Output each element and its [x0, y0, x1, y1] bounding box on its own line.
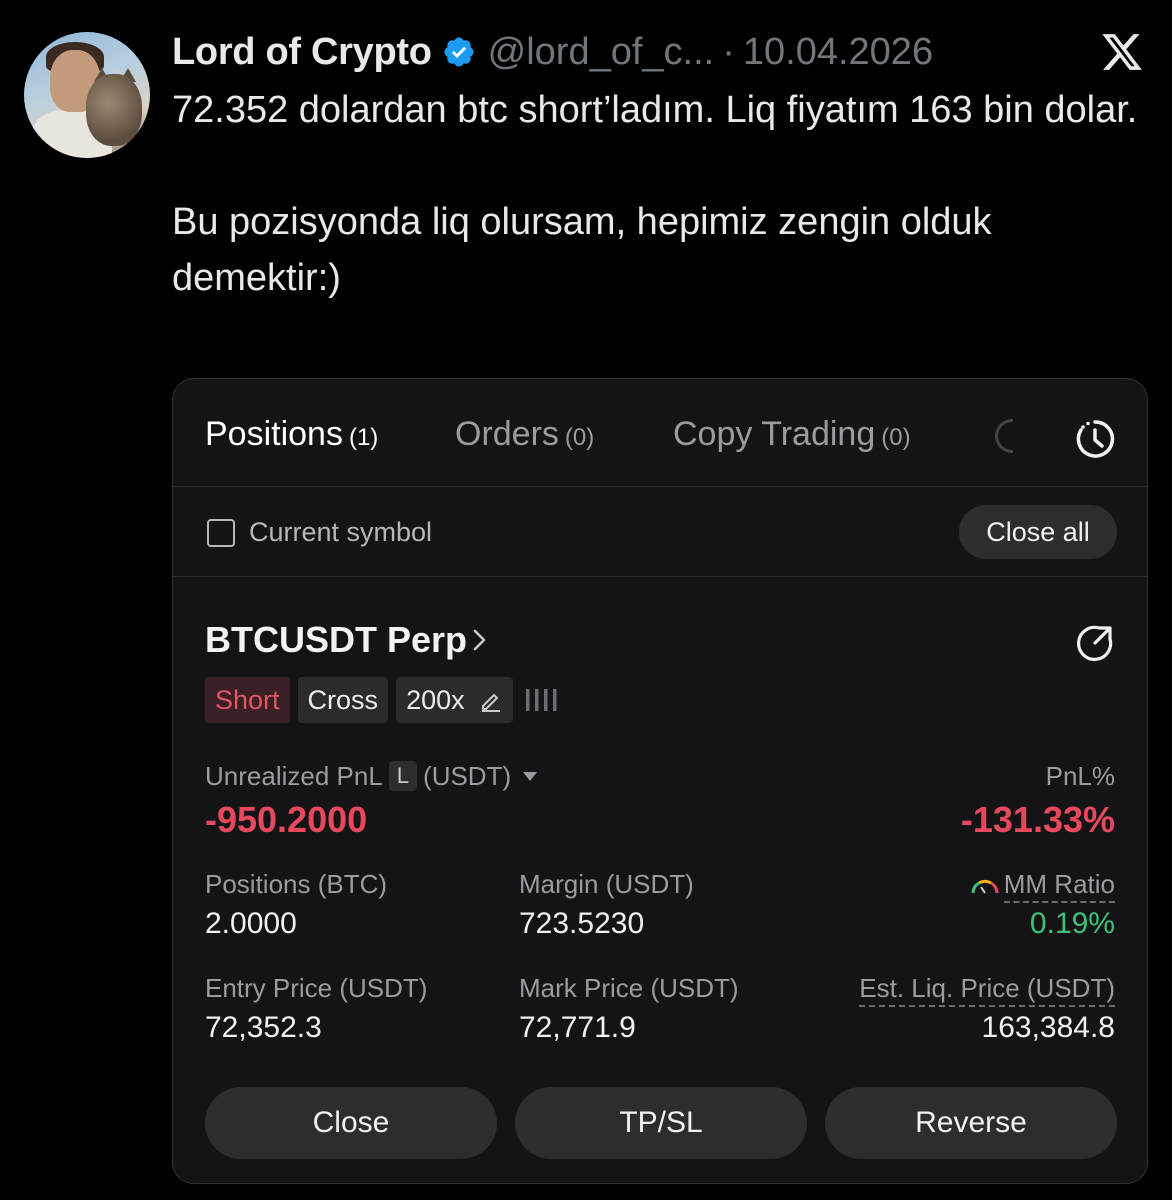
share-icon[interactable] — [1075, 623, 1115, 663]
side-tag: Short — [205, 677, 290, 723]
tab-overflow-indicator — [995, 419, 1013, 453]
leverage-value: 200x — [406, 684, 465, 715]
margin-mode-tag: Cross — [297, 677, 389, 723]
tweet-header: Lord of Crypto @lord_of_c... · 10.04.202… — [172, 28, 933, 76]
tab-copy-trading-label: Copy Trading — [673, 415, 876, 453]
symbol-title[interactable]: BTCUSDT Perp — [205, 619, 467, 661]
mm-ratio-label[interactable]: MM Ratio — [970, 869, 1115, 903]
verified-badge-icon — [444, 37, 474, 67]
attached-image-positions-panel[interactable]: Positions (1) Orders (0) Copy Trading (0) C… — [172, 378, 1148, 1184]
tweet-text-paragraph-2: Bu pozisyonda liq olursam, hepimiz zengi… — [172, 201, 992, 299]
pnl-percent-label: PnL% — [1045, 761, 1115, 791]
risk-bars-icon — [525, 689, 557, 711]
filter-row: Current symbol Close all — [173, 487, 1147, 577]
margin-label: Margin (USDT) — [519, 869, 694, 899]
tab-orders-count: (0) — [564, 424, 595, 451]
unrealized-pnl-label-text: Unrealized PnL — [205, 761, 383, 791]
chevron-right-icon[interactable] — [471, 627, 489, 653]
margin-value: 723.5230 — [519, 907, 645, 940]
mark-price-value: 72,771.9 — [519, 1011, 636, 1044]
pnl-unit: (USDT) — [423, 761, 512, 791]
tab-copy-trading-count: (0) — [881, 424, 911, 451]
position-tags: Short Cross 200x — [205, 677, 559, 723]
tabs-bar: Positions (1) Orders (0) Copy Trading (0) — [173, 379, 1147, 487]
unrealized-pnl-label[interactable]: Unrealized PnL L (USDT) — [205, 761, 538, 792]
tab-orders[interactable]: Orders (0) — [455, 415, 594, 454]
current-symbol-checkbox[interactable] — [207, 519, 235, 547]
unrealized-pnl-value: -950.2000 — [205, 799, 368, 840]
x-logo-icon — [1102, 34, 1142, 70]
positions-value: 2.0000 — [205, 907, 297, 940]
history-clock-icon[interactable] — [1073, 417, 1117, 461]
tweet-text: 72.352 dolardan btc short’ladım. Liq fiy… — [172, 82, 1162, 306]
liq-price-label-text: Est. Liq. Price (USDT) — [859, 973, 1115, 1007]
tweet-text-paragraph-1: 72.352 dolardan btc short’ladım. Liq fiy… — [172, 89, 1138, 131]
handle[interactable]: @lord_of_c... — [488, 31, 715, 74]
close-position-button[interactable]: Close — [205, 1087, 497, 1159]
tab-positions-label: Positions — [205, 415, 343, 453]
tab-orders-label: Orders — [455, 415, 559, 453]
tpsl-button[interactable]: TP/SL — [515, 1087, 807, 1159]
liq-price-label[interactable]: Est. Liq. Price (USDT) — [859, 973, 1115, 1007]
mark-price-label: Mark Price (USDT) — [519, 973, 739, 1003]
avatar[interactable] — [24, 32, 150, 158]
caret-down-icon[interactable] — [523, 772, 538, 781]
tweet: Lord of Crypto @lord_of_c... · 10.04.202… — [0, 0, 1172, 1200]
leverage-tag[interactable]: 200x — [396, 677, 513, 723]
liq-price-value: 163,384.8 — [981, 1011, 1115, 1044]
pnl-type-badge: L — [388, 761, 418, 791]
current-symbol-label[interactable]: Current symbol — [249, 517, 432, 548]
close-all-button[interactable]: Close all — [959, 505, 1117, 559]
tweet-date[interactable]: 10.04.2026 — [743, 31, 933, 74]
mm-ratio-value: 0.19% — [1029, 907, 1115, 940]
entry-price-value: 72,352.3 — [205, 1011, 322, 1044]
gauge-icon — [971, 879, 999, 894]
tab-positions-count: (1) — [348, 424, 379, 451]
edit-pencil-icon[interactable] — [479, 688, 503, 712]
positions-label: Positions (BTC) — [205, 869, 388, 899]
tab-positions[interactable]: Positions (1) — [205, 415, 378, 454]
pnl-percent-value: -131.33% — [960, 799, 1115, 840]
separator: · — [722, 30, 735, 73]
entry-price-label: Entry Price (USDT) — [205, 973, 428, 1003]
tab-copy-trading[interactable]: Copy Trading (0) — [673, 415, 911, 454]
reverse-button[interactable]: Reverse — [825, 1087, 1117, 1159]
mm-ratio-label-text: MM Ratio — [1003, 869, 1115, 903]
display-name[interactable]: Lord of Crypto — [172, 31, 432, 74]
